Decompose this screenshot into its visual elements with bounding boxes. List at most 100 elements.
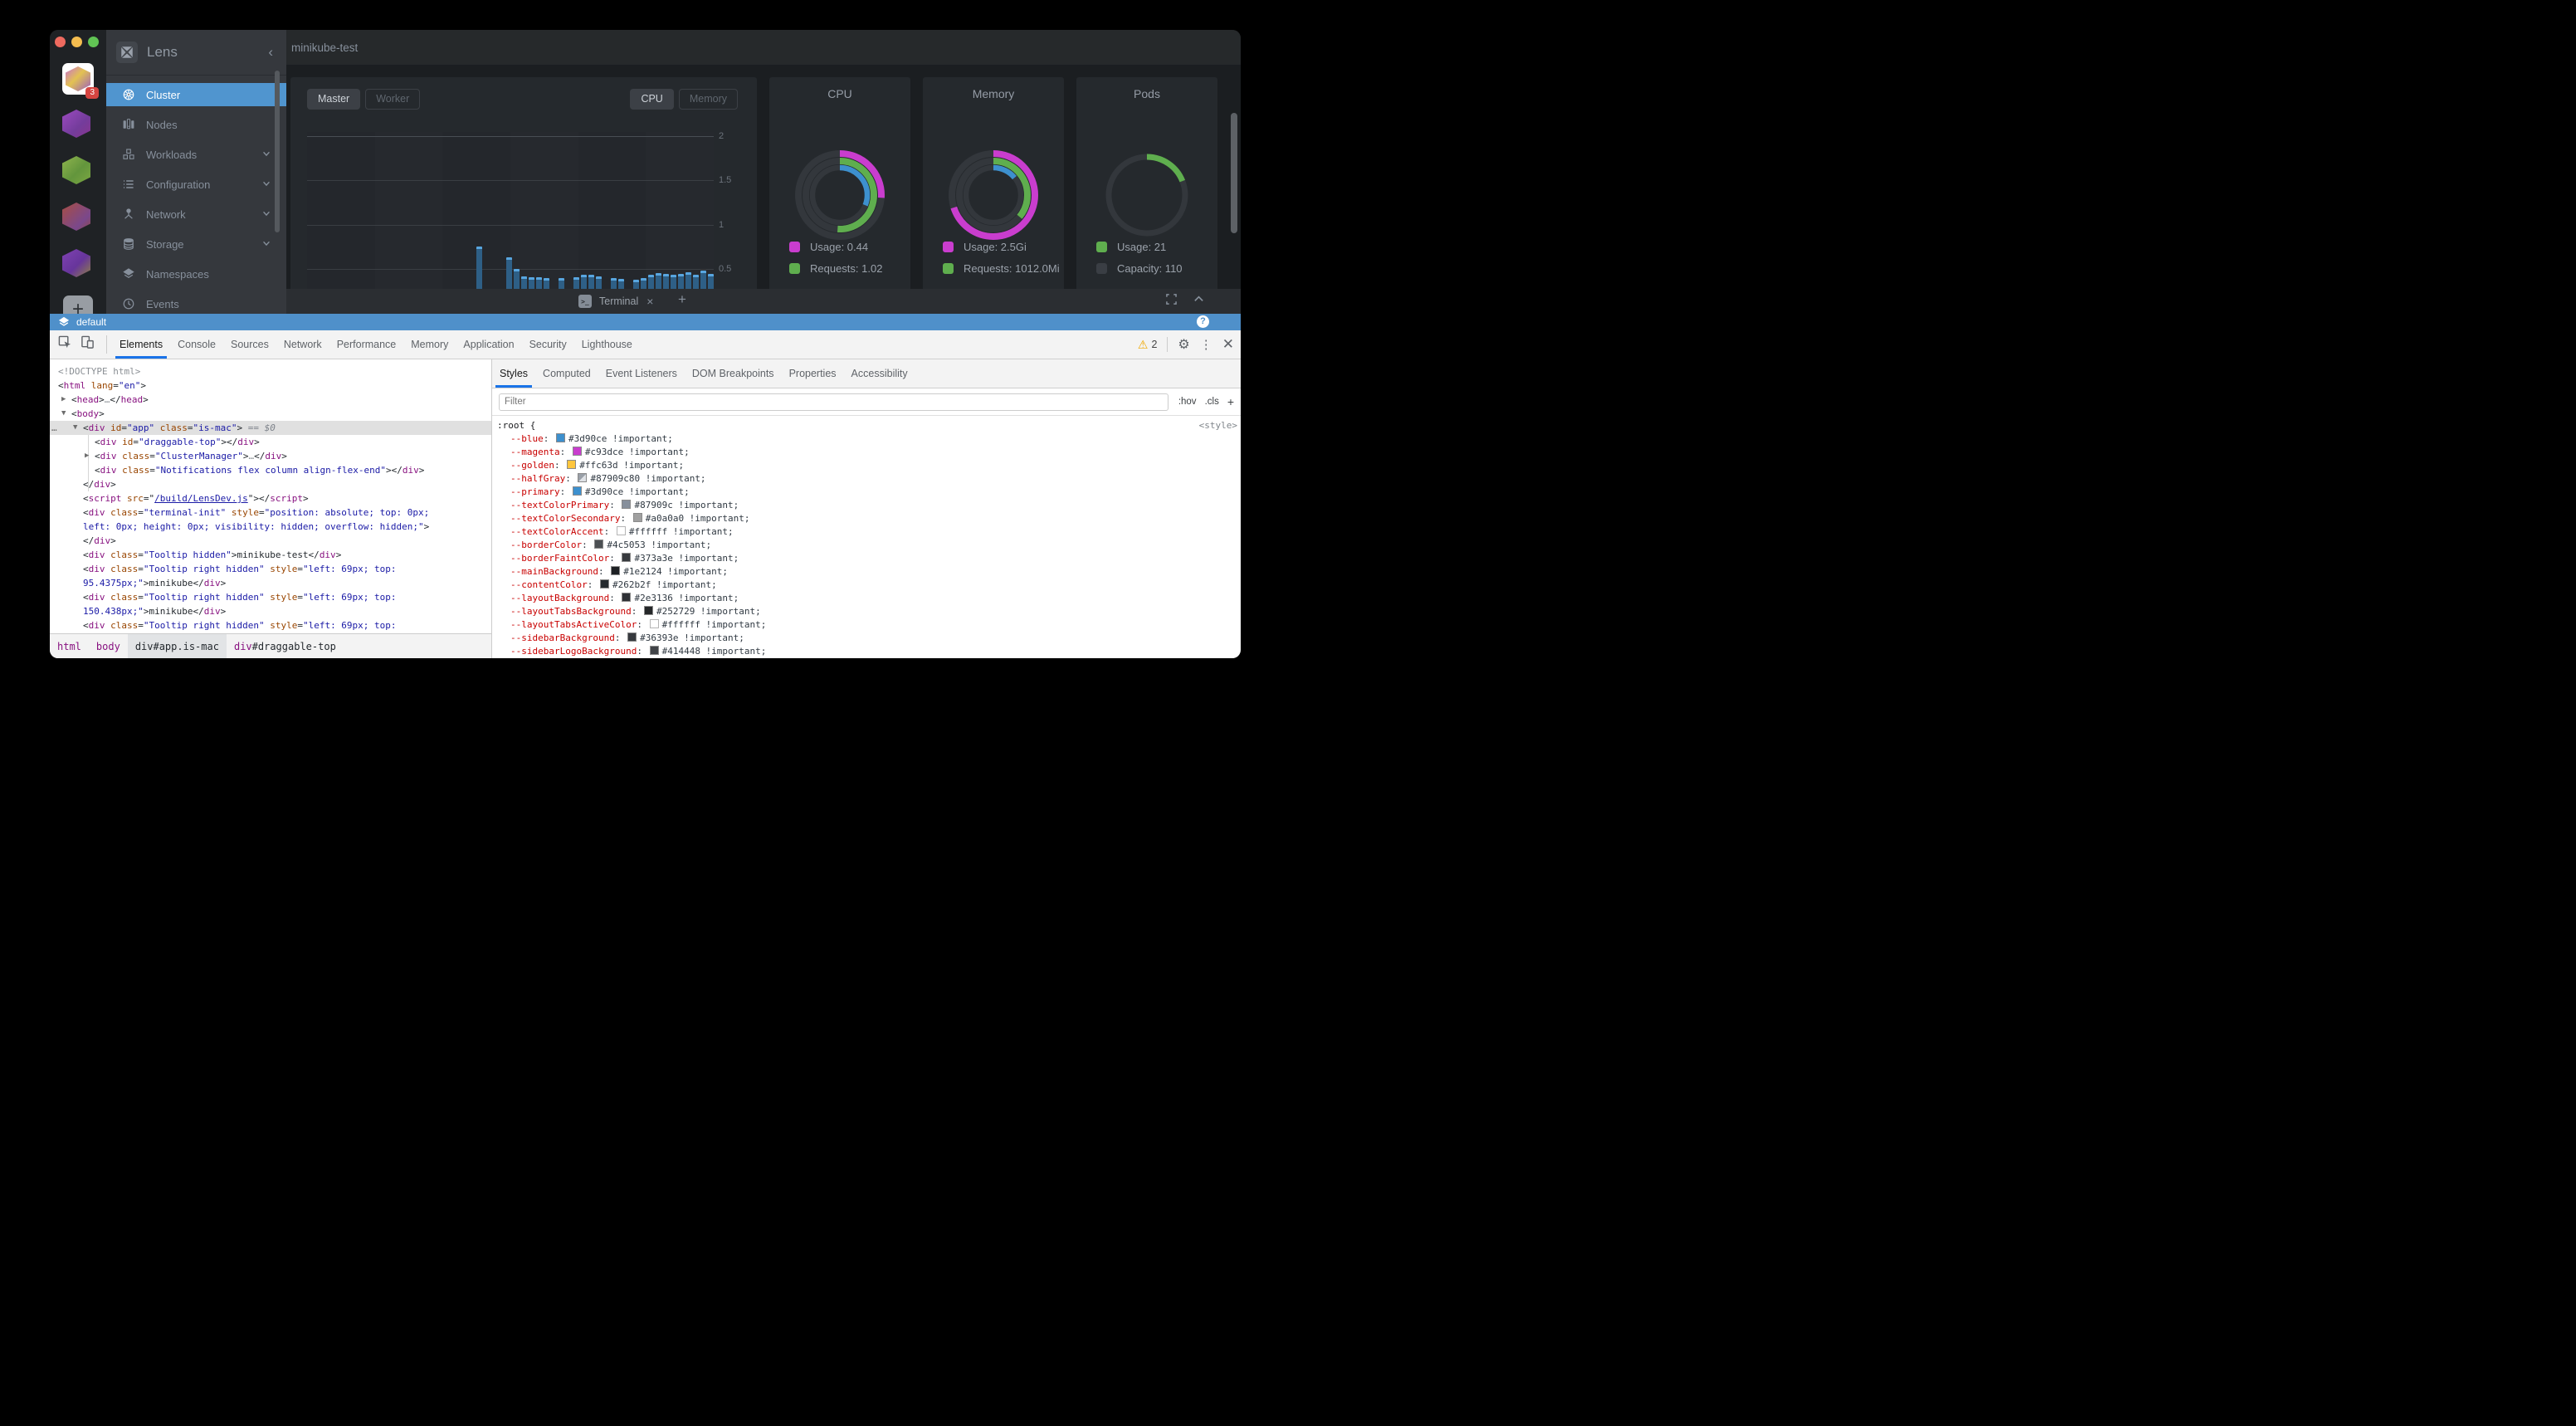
close-terminal-tab-icon[interactable]: × bbox=[646, 295, 653, 308]
styles-tab-accessibility[interactable]: Accessibility bbox=[844, 359, 915, 388]
styles-filter-input[interactable] bbox=[499, 393, 1168, 411]
color-swatch[interactable] bbox=[573, 486, 582, 496]
breadcrumb-item[interactable]: div#draggable-top bbox=[227, 634, 344, 658]
dom-tree-line[interactable]: 95.4375px;">minikube</div> bbox=[50, 576, 491, 590]
expand-arrow-right-icon[interactable]: ▶ bbox=[85, 449, 89, 463]
expand-dock-icon[interactable] bbox=[1166, 294, 1177, 309]
sidebar-item-network[interactable]: Network bbox=[106, 203, 286, 226]
css-variable-row[interactable]: --layoutBackground: #2e3136 !important; bbox=[497, 592, 1236, 605]
devtools-tab-memory[interactable]: Memory bbox=[403, 330, 456, 359]
close-window-button[interactable] bbox=[55, 37, 66, 47]
css-selector[interactable]: :root { bbox=[497, 419, 1236, 432]
styles-tab-event-listeners[interactable]: Event Listeners bbox=[598, 359, 685, 388]
css-variable-row[interactable]: --layoutTabsBackground: #252729 !importa… bbox=[497, 605, 1236, 618]
css-variable-row[interactable]: --contentColor: #262b2f !important; bbox=[497, 579, 1236, 592]
new-style-rule-button[interactable]: + bbox=[1227, 395, 1234, 408]
color-swatch[interactable] bbox=[622, 553, 631, 562]
sidebar-item-nodes[interactable]: Nodes bbox=[106, 113, 286, 136]
css-variable-row[interactable]: --mainBackground: #1e2124 !important; bbox=[497, 565, 1236, 579]
devtools-close-icon[interactable]: ✕ bbox=[1222, 336, 1234, 353]
styles-tab-styles[interactable]: Styles bbox=[492, 359, 535, 388]
breadcrumb-item[interactable]: div#app.is-mac bbox=[128, 634, 227, 658]
sidebar-item-storage[interactable]: Storage bbox=[106, 232, 286, 256]
breadcrumb-item[interactable]: html bbox=[50, 634, 89, 658]
dom-tree-line[interactable]: <div class="terminal-init" style="positi… bbox=[50, 505, 491, 520]
devtools-tab-elements[interactable]: Elements bbox=[112, 330, 170, 359]
cluster-tile-cluster-1[interactable]: 3 bbox=[62, 63, 94, 95]
main-scrollbar[interactable] bbox=[1231, 113, 1237, 233]
color-swatch[interactable] bbox=[573, 447, 582, 456]
devtools-tab-performance[interactable]: Performance bbox=[329, 330, 404, 359]
sidebar-collapse-button[interactable]: ‹ bbox=[268, 44, 276, 61]
color-swatch[interactable] bbox=[600, 579, 609, 588]
devtools-tab-application[interactable]: Application bbox=[456, 330, 521, 359]
console-warnings-badge[interactable]: ⚠ 2 bbox=[1138, 338, 1158, 352]
sidebar-item-configuration[interactable]: Configuration bbox=[106, 173, 286, 196]
help-button[interactable]: ? bbox=[1197, 315, 1209, 328]
dom-tree-line[interactable]: ▶<head>…</head> bbox=[50, 393, 491, 407]
element-classes-button[interactable]: .cls bbox=[1205, 397, 1219, 407]
styles-tab-computed[interactable]: Computed bbox=[535, 359, 598, 388]
cluster-tile-cluster-2[interactable] bbox=[62, 110, 94, 141]
node-tab-worker[interactable]: Worker bbox=[365, 89, 420, 110]
dom-tree-line[interactable]: <div class="Tooltip right hidden" style=… bbox=[50, 590, 491, 604]
sidebar-item-cluster[interactable]: Cluster bbox=[106, 83, 286, 106]
css-variable-row[interactable]: --layoutTabsActiveColor: #ffffff !import… bbox=[497, 618, 1236, 632]
color-swatch[interactable] bbox=[578, 473, 587, 482]
collapse-dock-chevron-up-icon[interactable] bbox=[1193, 294, 1204, 309]
css-variable-row[interactable]: --borderColor: #4c5053 !important; bbox=[497, 539, 1236, 552]
devtools-settings-gear-icon[interactable]: ⚙ bbox=[1178, 336, 1189, 353]
dom-tree-line[interactable]: <!DOCTYPE html> bbox=[50, 364, 491, 378]
dom-tree-line[interactable]: <div class="Tooltip right hidden" style=… bbox=[50, 618, 491, 632]
dom-tree-line[interactable]: ▶<div class="ClusterManager">…</div> bbox=[50, 449, 491, 463]
sidebar-item-namespaces[interactable]: Namespaces bbox=[106, 262, 286, 286]
expand-arrow-down-icon[interactable]: ▼ bbox=[73, 421, 77, 435]
devtools-menu-kebab-icon[interactable]: ⋮ bbox=[1200, 337, 1212, 352]
css-variable-row[interactable]: --blue: #3d90ce !important; bbox=[497, 432, 1236, 446]
toggle-element-state-button[interactable]: :hov bbox=[1178, 397, 1197, 407]
dom-tree-line[interactable]: left: 0px; height: 0px; visibility: hidd… bbox=[50, 520, 491, 534]
color-swatch[interactable] bbox=[611, 566, 620, 575]
devtools-tab-sources[interactable]: Sources bbox=[223, 330, 276, 359]
sidebar-item-workloads[interactable]: Workloads bbox=[106, 143, 286, 166]
dom-tree-line[interactable]: <div class="Tooltip hidden">minikube-tes… bbox=[50, 548, 491, 562]
sidebar-item-events[interactable]: Events bbox=[106, 292, 286, 315]
css-variable-row[interactable]: --sidebarBackground: #36393e !important; bbox=[497, 632, 1236, 645]
devtools-tab-network[interactable]: Network bbox=[276, 330, 329, 359]
expand-arrow-down-icon[interactable]: ▼ bbox=[61, 407, 66, 421]
css-variable-row[interactable]: --borderFaintColor: #373a3e !important; bbox=[497, 552, 1236, 565]
terminal-tab-label[interactable]: Terminal bbox=[599, 295, 638, 307]
dom-tree-line[interactable]: <script src="/build/LensDev.js"></script… bbox=[50, 491, 491, 505]
new-terminal-tab-button[interactable]: + bbox=[678, 291, 686, 308]
device-toolbar-icon[interactable] bbox=[80, 335, 95, 354]
styles-tab-dom-breakpoints[interactable]: DOM Breakpoints bbox=[685, 359, 782, 388]
metric-tab-memory[interactable]: Memory bbox=[679, 89, 738, 110]
css-variable-row[interactable]: --sidebarLogoBackground: #414448 !import… bbox=[497, 645, 1236, 658]
dom-tree-line[interactable]: <div class="Notifications flex column al… bbox=[50, 463, 491, 477]
css-variable-row[interactable]: --textColorAccent: #ffffff !important; bbox=[497, 525, 1236, 539]
color-swatch[interactable] bbox=[627, 632, 637, 642]
color-swatch[interactable] bbox=[650, 646, 659, 655]
css-variable-row[interactable]: --textColorSecondary: #a0a0a0 !important… bbox=[497, 512, 1236, 525]
color-swatch[interactable] bbox=[567, 460, 576, 469]
css-variable-row[interactable]: --primary: #3d90ce !important; bbox=[497, 486, 1236, 499]
color-swatch[interactable] bbox=[650, 619, 659, 628]
color-swatch[interactable] bbox=[594, 540, 603, 549]
dom-tree-line[interactable]: <div id="draggable-top"></div> bbox=[50, 435, 491, 449]
color-swatch[interactable] bbox=[644, 606, 653, 615]
dom-tree-line[interactable]: ▼<body> bbox=[50, 407, 491, 421]
inspect-element-icon[interactable] bbox=[58, 335, 72, 354]
metric-tab-cpu[interactable]: CPU bbox=[630, 89, 673, 110]
dom-tree-line[interactable]: </div> bbox=[50, 534, 491, 548]
style-source-link[interactable]: <style> bbox=[1199, 419, 1237, 432]
devtools-tab-security[interactable]: Security bbox=[522, 330, 574, 359]
dom-tree-line[interactable]: <html lang="en"> bbox=[50, 378, 491, 393]
dom-tree-line[interactable]: </div> bbox=[50, 477, 491, 491]
color-swatch[interactable] bbox=[556, 433, 565, 442]
dom-tree-line[interactable]: …▼<div id="app" class="is-mac"> == $0 bbox=[50, 421, 491, 435]
color-swatch[interactable] bbox=[617, 526, 626, 535]
cluster-tile-cluster-4[interactable] bbox=[62, 203, 94, 234]
css-variable-row[interactable]: --golden: #ffc63d !important; bbox=[497, 459, 1236, 472]
color-swatch[interactable] bbox=[622, 500, 631, 509]
color-swatch[interactable] bbox=[633, 513, 642, 522]
